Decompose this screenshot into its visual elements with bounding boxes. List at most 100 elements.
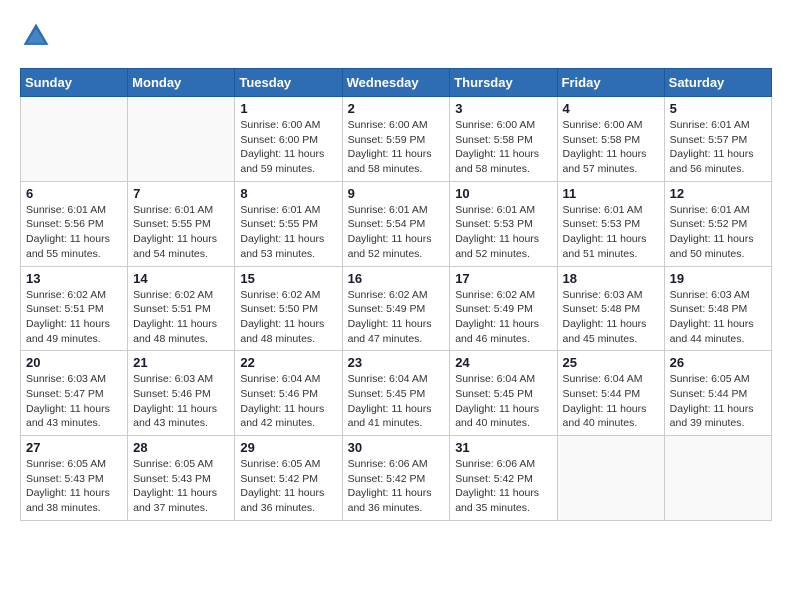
week-row-1: 1 Sunrise: 6:00 AM Sunset: 6:00 PM Daylig… xyxy=(21,97,772,182)
day-info: Sunrise: 6:02 AM Sunset: 5:49 PM Dayligh… xyxy=(348,288,445,347)
weekday-header-friday: Friday xyxy=(557,69,664,97)
day-info: Sunrise: 6:02 AM Sunset: 5:51 PM Dayligh… xyxy=(133,288,229,347)
calendar-cell: 30 Sunrise: 6:06 AM Sunset: 5:42 PM Dayli… xyxy=(342,436,450,521)
day-number: 24 xyxy=(455,355,551,370)
day-number: 9 xyxy=(348,186,445,201)
day-number: 29 xyxy=(240,440,336,455)
day-number: 2 xyxy=(348,101,445,116)
calendar-cell: 28Sunrise: 6:05 AM Sunset: 5:43 PM Dayli… xyxy=(128,436,235,521)
calendar-cell: 27 Sunrise: 6:05 AM Sunset: 5:43 PM Dayli… xyxy=(21,436,128,521)
calendar-cell: 4 Sunrise: 6:00 AM Sunset: 5:58 PM Daylig… xyxy=(557,97,664,182)
day-info: Sunrise: 6:04 AM Sunset: 5:45 PM Dayligh… xyxy=(455,372,551,431)
calendar-cell: 26Sunrise: 6:05 AM Sunset: 5:44 PM Dayli… xyxy=(664,351,771,436)
day-number: 21 xyxy=(133,355,229,370)
day-info: Sunrise: 6:01 AM Sunset: 5:52 PM Dayligh… xyxy=(670,203,766,262)
day-info: Sunrise: 6:05 AM Sunset: 5:43 PM Dayligh… xyxy=(133,457,229,516)
calendar-cell: 25 Sunrise: 6:04 AM Sunset: 5:44 PM Dayli… xyxy=(557,351,664,436)
calendar-cell: 29 Sunrise: 6:05 AM Sunset: 5:42 PM Dayli… xyxy=(235,436,342,521)
day-number: 19 xyxy=(670,271,766,286)
day-number: 8 xyxy=(240,186,336,201)
calendar-cell: 18 Sunrise: 6:03 AM Sunset: 5:48 PM Dayli… xyxy=(557,266,664,351)
day-number: 3 xyxy=(455,101,551,116)
day-info: Sunrise: 6:00 AM Sunset: 5:58 PM Dayligh… xyxy=(455,118,551,177)
calendar-cell: 11 Sunrise: 6:01 AM Sunset: 5:53 PM Dayli… xyxy=(557,181,664,266)
calendar-cell: 1 Sunrise: 6:00 AM Sunset: 6:00 PM Daylig… xyxy=(235,97,342,182)
day-number: 7 xyxy=(133,186,229,201)
calendar-cell: 13Sunrise: 6:02 AM Sunset: 5:51 PM Dayli… xyxy=(21,266,128,351)
weekday-header-thursday: Thursday xyxy=(450,69,557,97)
page-header xyxy=(20,20,772,52)
day-info: Sunrise: 6:03 AM Sunset: 5:48 PM Dayligh… xyxy=(563,288,659,347)
calendar-cell: 6 Sunrise: 6:01 AM Sunset: 5:56 PM Daylig… xyxy=(21,181,128,266)
calendar-cell: 23Sunrise: 6:04 AM Sunset: 5:45 PM Dayli… xyxy=(342,351,450,436)
day-number: 14 xyxy=(133,271,229,286)
day-info: Sunrise: 6:03 AM Sunset: 5:47 PM Dayligh… xyxy=(26,372,122,431)
calendar-cell: 22Sunrise: 6:04 AM Sunset: 5:46 PM Dayli… xyxy=(235,351,342,436)
calendar-cell xyxy=(664,436,771,521)
day-info: Sunrise: 6:00 AM Sunset: 5:59 PM Dayligh… xyxy=(348,118,445,177)
day-info: Sunrise: 6:00 AM Sunset: 6:00 PM Dayligh… xyxy=(240,118,336,177)
day-number: 27 xyxy=(26,440,122,455)
day-number: 12 xyxy=(670,186,766,201)
weekday-header-tuesday: Tuesday xyxy=(235,69,342,97)
day-info: Sunrise: 6:06 AM Sunset: 5:42 PM Dayligh… xyxy=(348,457,445,516)
day-number: 20 xyxy=(26,355,122,370)
day-number: 17 xyxy=(455,271,551,286)
calendar-table: SundayMondayTuesdayWednesdayThursdayFrid… xyxy=(20,68,772,521)
day-info: Sunrise: 6:01 AM Sunset: 5:53 PM Dayligh… xyxy=(455,203,551,262)
day-info: Sunrise: 6:01 AM Sunset: 5:55 PM Dayligh… xyxy=(133,203,229,262)
day-info: Sunrise: 6:02 AM Sunset: 5:50 PM Dayligh… xyxy=(240,288,336,347)
logo xyxy=(20,20,56,52)
calendar-cell: 14 Sunrise: 6:02 AM Sunset: 5:51 PM Dayli… xyxy=(128,266,235,351)
day-info: Sunrise: 6:00 AM Sunset: 5:58 PM Dayligh… xyxy=(563,118,659,177)
day-number: 30 xyxy=(348,440,445,455)
calendar-cell: 16 Sunrise: 6:02 AM Sunset: 5:49 PM Dayli… xyxy=(342,266,450,351)
day-number: 25 xyxy=(563,355,659,370)
calendar-cell: 17Sunrise: 6:02 AM Sunset: 5:49 PM Dayli… xyxy=(450,266,557,351)
week-row-2: 6 Sunrise: 6:01 AM Sunset: 5:56 PM Daylig… xyxy=(21,181,772,266)
calendar-cell: 8Sunrise: 6:01 AM Sunset: 5:55 PM Daylig… xyxy=(235,181,342,266)
weekday-header-sunday: Sunday xyxy=(21,69,128,97)
day-info: Sunrise: 6:01 AM Sunset: 5:57 PM Dayligh… xyxy=(670,118,766,177)
weekday-header-saturday: Saturday xyxy=(664,69,771,97)
day-info: Sunrise: 6:03 AM Sunset: 5:46 PM Dayligh… xyxy=(133,372,229,431)
calendar-cell: 20 Sunrise: 6:03 AM Sunset: 5:47 PM Dayli… xyxy=(21,351,128,436)
week-row-3: 13Sunrise: 6:02 AM Sunset: 5:51 PM Dayli… xyxy=(21,266,772,351)
calendar-cell: 31 Sunrise: 6:06 AM Sunset: 5:42 PM Dayli… xyxy=(450,436,557,521)
day-info: Sunrise: 6:03 AM Sunset: 5:48 PM Dayligh… xyxy=(670,288,766,347)
day-info: Sunrise: 6:01 AM Sunset: 5:53 PM Dayligh… xyxy=(563,203,659,262)
day-number: 18 xyxy=(563,271,659,286)
day-number: 26 xyxy=(670,355,766,370)
calendar-cell xyxy=(21,97,128,182)
calendar-cell: 24 Sunrise: 6:04 AM Sunset: 5:45 PM Dayli… xyxy=(450,351,557,436)
day-info: Sunrise: 6:06 AM Sunset: 5:42 PM Dayligh… xyxy=(455,457,551,516)
day-number: 16 xyxy=(348,271,445,286)
calendar-cell: 12 Sunrise: 6:01 AM Sunset: 5:52 PM Dayli… xyxy=(664,181,771,266)
day-info: Sunrise: 6:05 AM Sunset: 5:43 PM Dayligh… xyxy=(26,457,122,516)
day-number: 5 xyxy=(670,101,766,116)
day-number: 1 xyxy=(240,101,336,116)
calendar-cell: 15Sunrise: 6:02 AM Sunset: 5:50 PM Dayli… xyxy=(235,266,342,351)
day-number: 6 xyxy=(26,186,122,201)
day-number: 23 xyxy=(348,355,445,370)
logo-icon xyxy=(20,20,52,52)
day-info: Sunrise: 6:01 AM Sunset: 5:56 PM Dayligh… xyxy=(26,203,122,262)
day-info: Sunrise: 6:01 AM Sunset: 5:54 PM Dayligh… xyxy=(348,203,445,262)
weekday-header-monday: Monday xyxy=(128,69,235,97)
day-number: 11 xyxy=(563,186,659,201)
calendar-cell: 3 Sunrise: 6:00 AM Sunset: 5:58 PM Daylig… xyxy=(450,97,557,182)
day-info: Sunrise: 6:04 AM Sunset: 5:44 PM Dayligh… xyxy=(563,372,659,431)
calendar-cell: 9 Sunrise: 6:01 AM Sunset: 5:54 PM Daylig… xyxy=(342,181,450,266)
day-number: 31 xyxy=(455,440,551,455)
week-row-5: 27 Sunrise: 6:05 AM Sunset: 5:43 PM Dayli… xyxy=(21,436,772,521)
day-number: 22 xyxy=(240,355,336,370)
day-number: 4 xyxy=(563,101,659,116)
week-row-4: 20 Sunrise: 6:03 AM Sunset: 5:47 PM Dayli… xyxy=(21,351,772,436)
calendar-cell: 19 Sunrise: 6:03 AM Sunset: 5:48 PM Dayli… xyxy=(664,266,771,351)
calendar-cell xyxy=(128,97,235,182)
calendar-cell: 5 Sunrise: 6:01 AM Sunset: 5:57 PM Daylig… xyxy=(664,97,771,182)
calendar-cell: 10Sunrise: 6:01 AM Sunset: 5:53 PM Dayli… xyxy=(450,181,557,266)
calendar-cell: 2 Sunrise: 6:00 AM Sunset: 5:59 PM Daylig… xyxy=(342,97,450,182)
calendar-cell xyxy=(557,436,664,521)
day-info: Sunrise: 6:05 AM Sunset: 5:42 PM Dayligh… xyxy=(240,457,336,516)
